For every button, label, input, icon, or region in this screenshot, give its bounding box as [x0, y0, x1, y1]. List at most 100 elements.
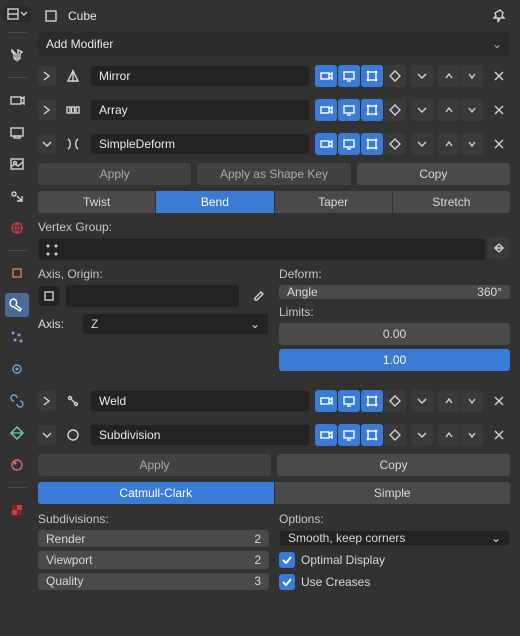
viewport-toggle[interactable]	[338, 99, 360, 121]
chevron-down-icon: ⌄	[492, 37, 502, 51]
tab-data[interactable]	[5, 421, 29, 445]
editmode-toggle[interactable]	[361, 390, 383, 412]
move-up[interactable]	[438, 390, 460, 412]
move-down[interactable]	[461, 99, 483, 121]
move-down[interactable]	[461, 424, 483, 446]
cage-toggle[interactable]	[384, 424, 406, 446]
limit-low[interactable]: 0.00	[279, 323, 510, 345]
extra-options[interactable]	[411, 390, 433, 412]
viewport-levels[interactable]: Viewport2	[38, 551, 269, 568]
move-up[interactable]	[438, 99, 460, 121]
copy-button[interactable]: Copy	[357, 163, 510, 185]
use-creases-checkbox[interactable]: Use Creases	[279, 574, 510, 590]
apply-shape-button[interactable]: Apply as Shape Key	[197, 163, 350, 185]
tab-view-layer[interactable]	[5, 152, 29, 176]
expand-toggle[interactable]	[38, 391, 56, 411]
editmode-toggle[interactable]	[361, 65, 383, 87]
tab-scene[interactable]	[5, 184, 29, 208]
collapse-toggle[interactable]	[38, 425, 56, 445]
tab-output[interactable]	[5, 120, 29, 144]
viewport-toggle[interactable]	[338, 424, 360, 446]
eyedropper-icon[interactable]	[245, 285, 269, 307]
viewport-toggle[interactable]	[338, 390, 360, 412]
tab-physics[interactable]	[5, 357, 29, 381]
tab-world[interactable]	[5, 216, 29, 240]
editmode-toggle[interactable]	[361, 99, 383, 121]
cage-toggle[interactable]	[384, 99, 406, 121]
render-levels[interactable]: Render2	[38, 530, 269, 547]
move-up[interactable]	[438, 424, 460, 446]
tab-render[interactable]	[5, 88, 29, 112]
chevron-down-icon: ⌄	[491, 531, 501, 545]
mode-taper[interactable]: Taper	[275, 191, 392, 213]
extra-options[interactable]	[411, 99, 433, 121]
viewport-toggle[interactable]	[338, 65, 360, 87]
delete-modifier[interactable]	[488, 133, 510, 155]
modifier-name-input[interactable]: Array	[90, 99, 310, 121]
tab-constraints[interactable]	[5, 389, 29, 413]
modifier-name-input[interactable]: Weld	[90, 390, 310, 412]
vertex-group-select[interactable]	[38, 238, 486, 261]
axis-origin-label: Axis, Origin:	[38, 267, 269, 281]
render-toggle[interactable]	[315, 390, 337, 412]
mode-twist[interactable]: Twist	[38, 191, 155, 213]
delete-modifier[interactable]	[488, 99, 510, 121]
apply-button[interactable]: Apply	[38, 454, 271, 476]
limits-label: Limits:	[279, 305, 510, 319]
move-up[interactable]	[438, 65, 460, 87]
tab-modifiers[interactable]	[5, 293, 29, 317]
modifier-name-input[interactable]: Subdivision	[90, 424, 310, 446]
delete-modifier[interactable]	[488, 424, 510, 446]
cage-toggle[interactable]	[384, 390, 406, 412]
extra-options[interactable]	[411, 65, 433, 87]
type-catmull-clark[interactable]: Catmull-Clark	[38, 482, 274, 504]
modifier-name-input[interactable]: Mirror	[90, 65, 310, 87]
editor-type-dropdown[interactable]	[3, 6, 31, 22]
render-toggle[interactable]	[315, 424, 337, 446]
angle-field[interactable]: Angle 360°	[279, 285, 510, 299]
move-down[interactable]	[461, 133, 483, 155]
collapse-toggle[interactable]	[38, 134, 56, 154]
render-toggle[interactable]	[315, 133, 337, 155]
pin-icon[interactable]	[490, 6, 510, 26]
tab-material[interactable]	[5, 453, 29, 477]
axis-select[interactable]: Z ⌄	[82, 313, 269, 335]
modifier-name-input[interactable]: SimpleDeform	[90, 133, 310, 155]
type-simple[interactable]: Simple	[275, 482, 511, 504]
delete-modifier[interactable]	[488, 390, 510, 412]
expand-toggle[interactable]	[38, 66, 56, 86]
origin-object-field[interactable]	[66, 285, 239, 307]
copy-button[interactable]: Copy	[277, 454, 510, 476]
tab-texture[interactable]	[5, 498, 29, 522]
render-toggle[interactable]	[315, 65, 337, 87]
origin-object[interactable]	[38, 285, 60, 307]
add-modifier-dropdown[interactable]: Add Modifier ⌄	[38, 32, 510, 56]
simple-deform-icon	[61, 132, 85, 156]
render-toggle[interactable]	[315, 99, 337, 121]
mode-stretch[interactable]: Stretch	[393, 191, 510, 213]
editmode-toggle[interactable]	[361, 133, 383, 155]
move-up[interactable]	[438, 133, 460, 155]
expand-toggle[interactable]	[38, 100, 56, 120]
limit-high[interactable]: 1.00	[279, 349, 510, 371]
uv-smooth-select[interactable]: Smooth, keep corners ⌄	[279, 530, 510, 546]
optimal-display-checkbox[interactable]: Optimal Display	[279, 552, 510, 568]
vertex-group-invert[interactable]	[488, 237, 510, 259]
cage-toggle[interactable]	[384, 133, 406, 155]
move-down[interactable]	[461, 390, 483, 412]
tab-particles[interactable]	[5, 325, 29, 349]
quality-field[interactable]: Quality3	[38, 573, 269, 590]
weld-icon	[61, 389, 85, 413]
tab-tool[interactable]	[5, 43, 29, 67]
viewport-toggle[interactable]	[338, 133, 360, 155]
move-down[interactable]	[461, 65, 483, 87]
editmode-toggle[interactable]	[361, 424, 383, 446]
extra-options[interactable]	[411, 424, 433, 446]
apply-button[interactable]: Apply	[38, 163, 191, 185]
mode-bend[interactable]: Bend	[156, 191, 273, 213]
cage-toggle[interactable]	[384, 65, 406, 87]
delete-modifier[interactable]	[488, 65, 510, 87]
tab-object[interactable]	[5, 261, 29, 285]
object-name: Cube	[68, 9, 484, 23]
extra-options[interactable]	[411, 133, 433, 155]
